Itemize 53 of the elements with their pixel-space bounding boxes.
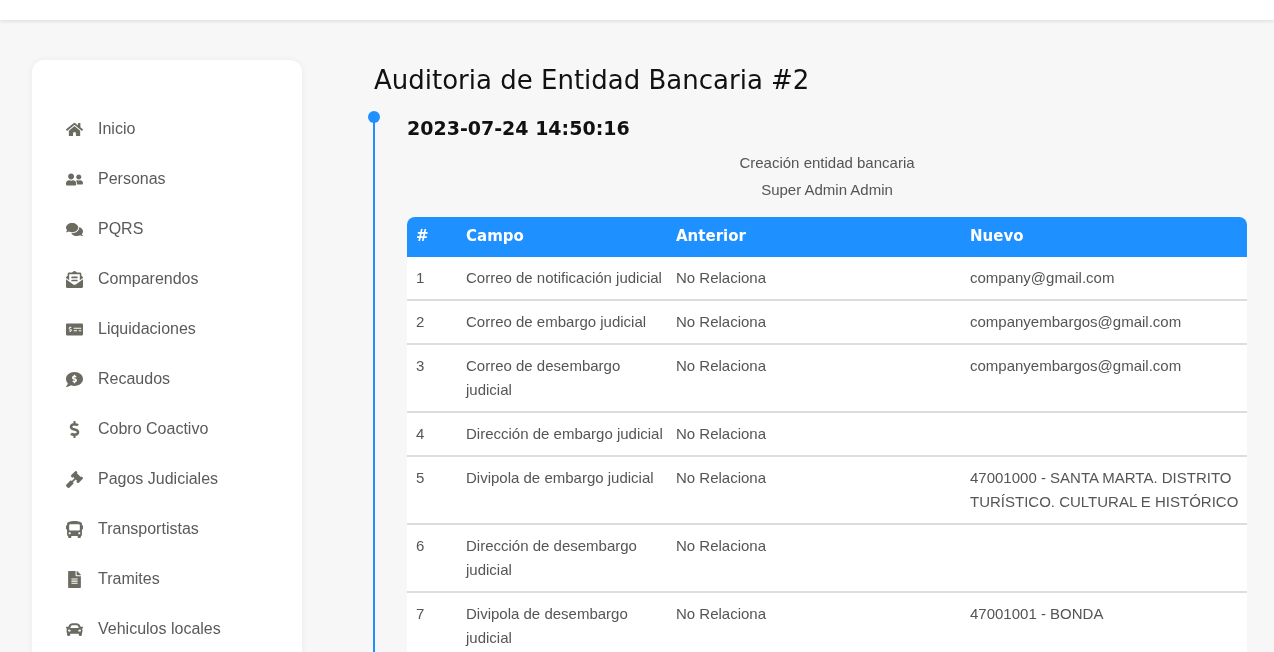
sidebar-item[interactable]: Personas bbox=[66, 154, 302, 204]
sidebar-item[interactable]: Comparendos bbox=[66, 254, 302, 304]
table-cell: No Relaciona bbox=[676, 468, 767, 486]
table-cell: Dirección de desembargo judicial bbox=[466, 536, 637, 578]
sidebar-item[interactable]: Transportistas bbox=[66, 504, 302, 554]
table-cell: No Relaciona bbox=[676, 312, 767, 330]
table-cell: No Relaciona bbox=[676, 356, 767, 374]
table-cell: Divipola de embargo judicial bbox=[466, 468, 654, 486]
column-header: # bbox=[416, 226, 430, 248]
table-cell: 1 bbox=[416, 268, 425, 286]
sidebar-item[interactable]: Cobro Coactivo bbox=[66, 404, 302, 454]
table-cell: Correo de notificación judicial bbox=[466, 268, 662, 286]
table-cell: Dirección de embargo judicial bbox=[466, 424, 663, 442]
table-cell: companyembargos@gmail.com bbox=[970, 312, 1182, 330]
column-header: Nuevo bbox=[970, 226, 1024, 248]
table-cell: No Relaciona bbox=[676, 604, 767, 622]
car-icon bbox=[66, 620, 83, 638]
sidebar-item[interactable]: Recaudos bbox=[66, 354, 302, 404]
sidebar-item[interactable]: PQRS bbox=[66, 204, 302, 254]
sidebar-item[interactable]: Liquidaciones bbox=[66, 304, 302, 354]
table-cell: 47001000 - SANTA MARTA. DISTRITO TURÍSTICO. CULTURAL E HISTÓRICO bbox=[970, 468, 1239, 510]
table-cell: Correo de embargo judicial bbox=[466, 312, 647, 330]
table-cell: company@gmail.com bbox=[970, 268, 1115, 286]
table-cell: 47001001 - BONDA bbox=[970, 604, 1104, 622]
sidebar-item[interactable]: Vehiculos locales bbox=[66, 604, 302, 652]
chat-bubbles-icon bbox=[66, 220, 83, 238]
column-header: Anterior bbox=[676, 226, 747, 248]
column-header: Campo bbox=[466, 226, 525, 248]
table-cell: companyembargos@gmail.com bbox=[970, 356, 1182, 374]
gavel-icon bbox=[66, 470, 83, 488]
event-action: Creación entidad bancaria bbox=[738, 152, 916, 173]
table-cell: No Relaciona bbox=[676, 536, 767, 554]
table-cell: No Relaciona bbox=[676, 268, 767, 286]
sidebar-item[interactable]: Inicio bbox=[66, 104, 302, 154]
open-envelope-icon bbox=[66, 270, 83, 288]
table-cell: 3 bbox=[416, 356, 425, 374]
document-icon bbox=[66, 570, 83, 588]
sidebar-item[interactable]: Pagos Judiciales bbox=[66, 454, 302, 504]
table-cell: Correo de desembargo judicial bbox=[466, 356, 621, 398]
event-date: 2023-07-24 14:50:16 bbox=[407, 116, 631, 141]
home-icon bbox=[66, 120, 83, 138]
table-cell: 6 bbox=[416, 536, 425, 554]
table-cell: 2 bbox=[416, 312, 425, 330]
table-cell: 5 bbox=[416, 468, 425, 486]
dollar-bubble-icon bbox=[66, 370, 83, 388]
sidebar-item[interactable]: Tramites bbox=[66, 554, 302, 604]
table-cell: No Relaciona bbox=[676, 424, 767, 442]
table-cell: 4 bbox=[416, 424, 425, 442]
table-cell: 7 bbox=[416, 604, 425, 622]
bus-icon bbox=[66, 520, 83, 538]
event-user: Super Admin Admin bbox=[760, 179, 894, 200]
table-cell: Divipola de desembargo judicial bbox=[466, 604, 628, 646]
page-title: Auditoria de Entidad Bancaria #2 bbox=[374, 64, 811, 97]
